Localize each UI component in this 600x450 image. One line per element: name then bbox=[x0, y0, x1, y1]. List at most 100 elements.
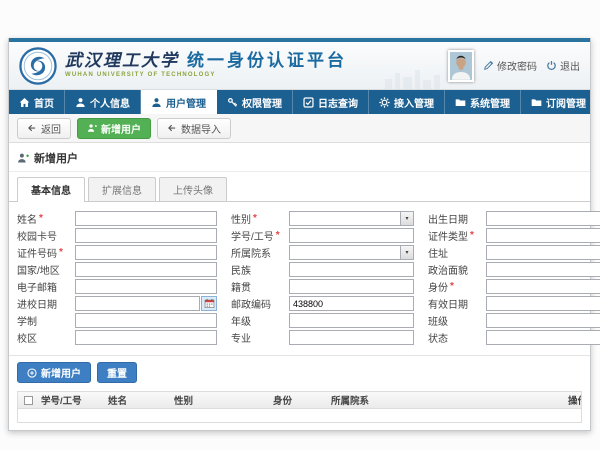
folder-icon bbox=[531, 97, 542, 108]
form-field: 电子邮箱 bbox=[17, 278, 217, 295]
nav-tab[interactable]: 用户管理 bbox=[141, 90, 217, 114]
table-header-cell[interactable]: 操作 bbox=[568, 393, 581, 407]
gear-icon bbox=[379, 97, 390, 108]
avatar[interactable] bbox=[448, 50, 474, 82]
text-input[interactable] bbox=[289, 228, 414, 243]
add-user-toolbar-button[interactable]: 新增用户 bbox=[77, 118, 151, 139]
form-actions: 新增用户 重置 bbox=[9, 356, 590, 389]
form-field: 专业 bbox=[231, 329, 414, 346]
table-header-cell[interactable]: 所属院系 bbox=[331, 393, 568, 407]
form-field: 证件类型 * bbox=[428, 227, 600, 244]
form-field: 校区 bbox=[17, 329, 217, 346]
table-header-cell[interactable]: 性别 bbox=[174, 393, 273, 407]
text-input[interactable] bbox=[289, 330, 414, 345]
logout-link[interactable]: 退出 bbox=[546, 58, 580, 73]
logout-label: 退出 bbox=[560, 58, 580, 73]
text-input[interactable] bbox=[289, 262, 414, 277]
users-table-header: 学号/工号 姓名 性别 身份 所属院系 操作 bbox=[18, 392, 581, 409]
select-input[interactable]: ▾ bbox=[289, 245, 414, 260]
university-logo-icon bbox=[19, 47, 57, 85]
form-field: 籍贯 bbox=[231, 278, 414, 295]
select-all-checkbox[interactable] bbox=[24, 396, 33, 405]
home-icon bbox=[19, 97, 30, 108]
table-header-cell[interactable]: 学号/工号 bbox=[41, 393, 108, 407]
required-marker: * bbox=[450, 281, 454, 292]
form-field: 进校日期 bbox=[17, 295, 217, 312]
field-label: 邮政编码 bbox=[231, 296, 271, 311]
dropdown-arrow-icon: ▾ bbox=[400, 246, 413, 259]
text-input[interactable] bbox=[75, 262, 217, 277]
field-label: 民族 bbox=[231, 262, 251, 277]
field-label: 国家/地区 bbox=[17, 262, 60, 277]
required-marker: * bbox=[59, 247, 63, 258]
app-title-block: 武汉理工大学统一身份认证平台 WUHAN UNIVERSITY OF TECHN… bbox=[65, 52, 347, 78]
form-field: 出生日期 bbox=[428, 210, 600, 227]
app-header: 武汉理工大学统一身份认证平台 WUHAN UNIVERSITY OF TECHN… bbox=[9, 42, 590, 90]
date-input[interactable] bbox=[486, 211, 600, 226]
field-label: 籍贯 bbox=[231, 279, 251, 294]
data-import-button[interactable]: 数据导入 bbox=[157, 118, 231, 139]
nav-tab-label: 首页 bbox=[34, 95, 54, 110]
form-field: 年级 bbox=[231, 312, 414, 329]
nav-tab[interactable]: 日志查询 bbox=[293, 90, 369, 114]
table-header-cell[interactable]: 姓名 bbox=[108, 393, 174, 407]
text-input[interactable] bbox=[75, 228, 217, 243]
form-tab[interactable]: 扩展信息 bbox=[88, 177, 156, 201]
text-input[interactable] bbox=[75, 245, 217, 260]
reset-button-label: 重置 bbox=[107, 365, 127, 380]
users-icon bbox=[151, 97, 162, 108]
form-field: 政治面貌 bbox=[428, 261, 600, 278]
text-input[interactable] bbox=[289, 296, 414, 311]
change-password-link[interactable]: 修改密码 bbox=[483, 58, 537, 73]
reset-button[interactable]: 重置 bbox=[97, 362, 137, 383]
users-table-empty-body bbox=[18, 409, 581, 422]
form-field: 学制 bbox=[17, 312, 217, 329]
date-input[interactable] bbox=[75, 296, 200, 311]
field-label: 政治面貌 bbox=[428, 262, 468, 277]
text-input[interactable] bbox=[75, 330, 217, 345]
required-marker: * bbox=[276, 230, 280, 241]
nav-tab[interactable]: 个人信息 bbox=[65, 90, 141, 114]
table-header-cell[interactable]: 身份 bbox=[273, 393, 331, 407]
select-input[interactable]: ▾ bbox=[289, 211, 414, 226]
text-input[interactable] bbox=[289, 279, 414, 294]
form-field: 证件号码 * bbox=[17, 244, 217, 261]
text-input[interactable] bbox=[289, 313, 414, 328]
text-input[interactable] bbox=[486, 279, 600, 294]
section-add-user-icon bbox=[17, 152, 29, 164]
field-label: 证件类型 bbox=[428, 228, 468, 243]
field-label: 住址 bbox=[428, 245, 448, 260]
field-label: 身份 bbox=[428, 279, 448, 294]
nav-tab-label: 订阅管理 bbox=[546, 95, 586, 110]
import-arrow-icon bbox=[167, 123, 177, 133]
required-marker: * bbox=[470, 230, 474, 241]
field-label: 所属院系 bbox=[231, 245, 271, 260]
nav-tab[interactable]: 权限管理 bbox=[217, 90, 293, 114]
text-input[interactable] bbox=[75, 313, 217, 328]
nav-tab[interactable]: 首页 bbox=[9, 90, 65, 114]
submit-add-user-label: 新增用户 bbox=[41, 365, 81, 380]
text-input[interactable] bbox=[486, 313, 600, 328]
nav-tab[interactable]: 订阅管理 bbox=[521, 90, 597, 114]
app-window: 武汉理工大学统一身份认证平台 WUHAN UNIVERSITY OF TECHN… bbox=[8, 38, 591, 431]
form-tab[interactable]: 基本信息 bbox=[17, 177, 85, 202]
nav-tab[interactable]: 系统管理 bbox=[445, 90, 521, 114]
text-input[interactable] bbox=[486, 245, 600, 260]
date-input[interactable] bbox=[486, 296, 600, 311]
form-field: 所属院系 ▾ bbox=[231, 244, 414, 261]
calendar-icon[interactable] bbox=[201, 296, 217, 311]
text-input[interactable] bbox=[486, 262, 600, 277]
text-input[interactable] bbox=[486, 228, 600, 243]
text-input[interactable] bbox=[75, 211, 217, 226]
add-user-icon bbox=[87, 123, 97, 133]
nav-tab[interactable]: 接入管理 bbox=[369, 90, 445, 114]
text-input[interactable] bbox=[75, 279, 217, 294]
field-label: 进校日期 bbox=[17, 296, 57, 311]
text-input[interactable] bbox=[486, 330, 600, 345]
back-button[interactable]: 返回 bbox=[17, 118, 71, 139]
submit-add-user-button[interactable]: 新增用户 bbox=[17, 362, 91, 383]
form-field: 身份 * bbox=[428, 278, 600, 295]
add-user-toolbar-label: 新增用户 bbox=[101, 121, 141, 136]
form-tab[interactable]: 上传头像 bbox=[159, 177, 227, 201]
dropdown-arrow-icon: ▾ bbox=[400, 212, 413, 225]
